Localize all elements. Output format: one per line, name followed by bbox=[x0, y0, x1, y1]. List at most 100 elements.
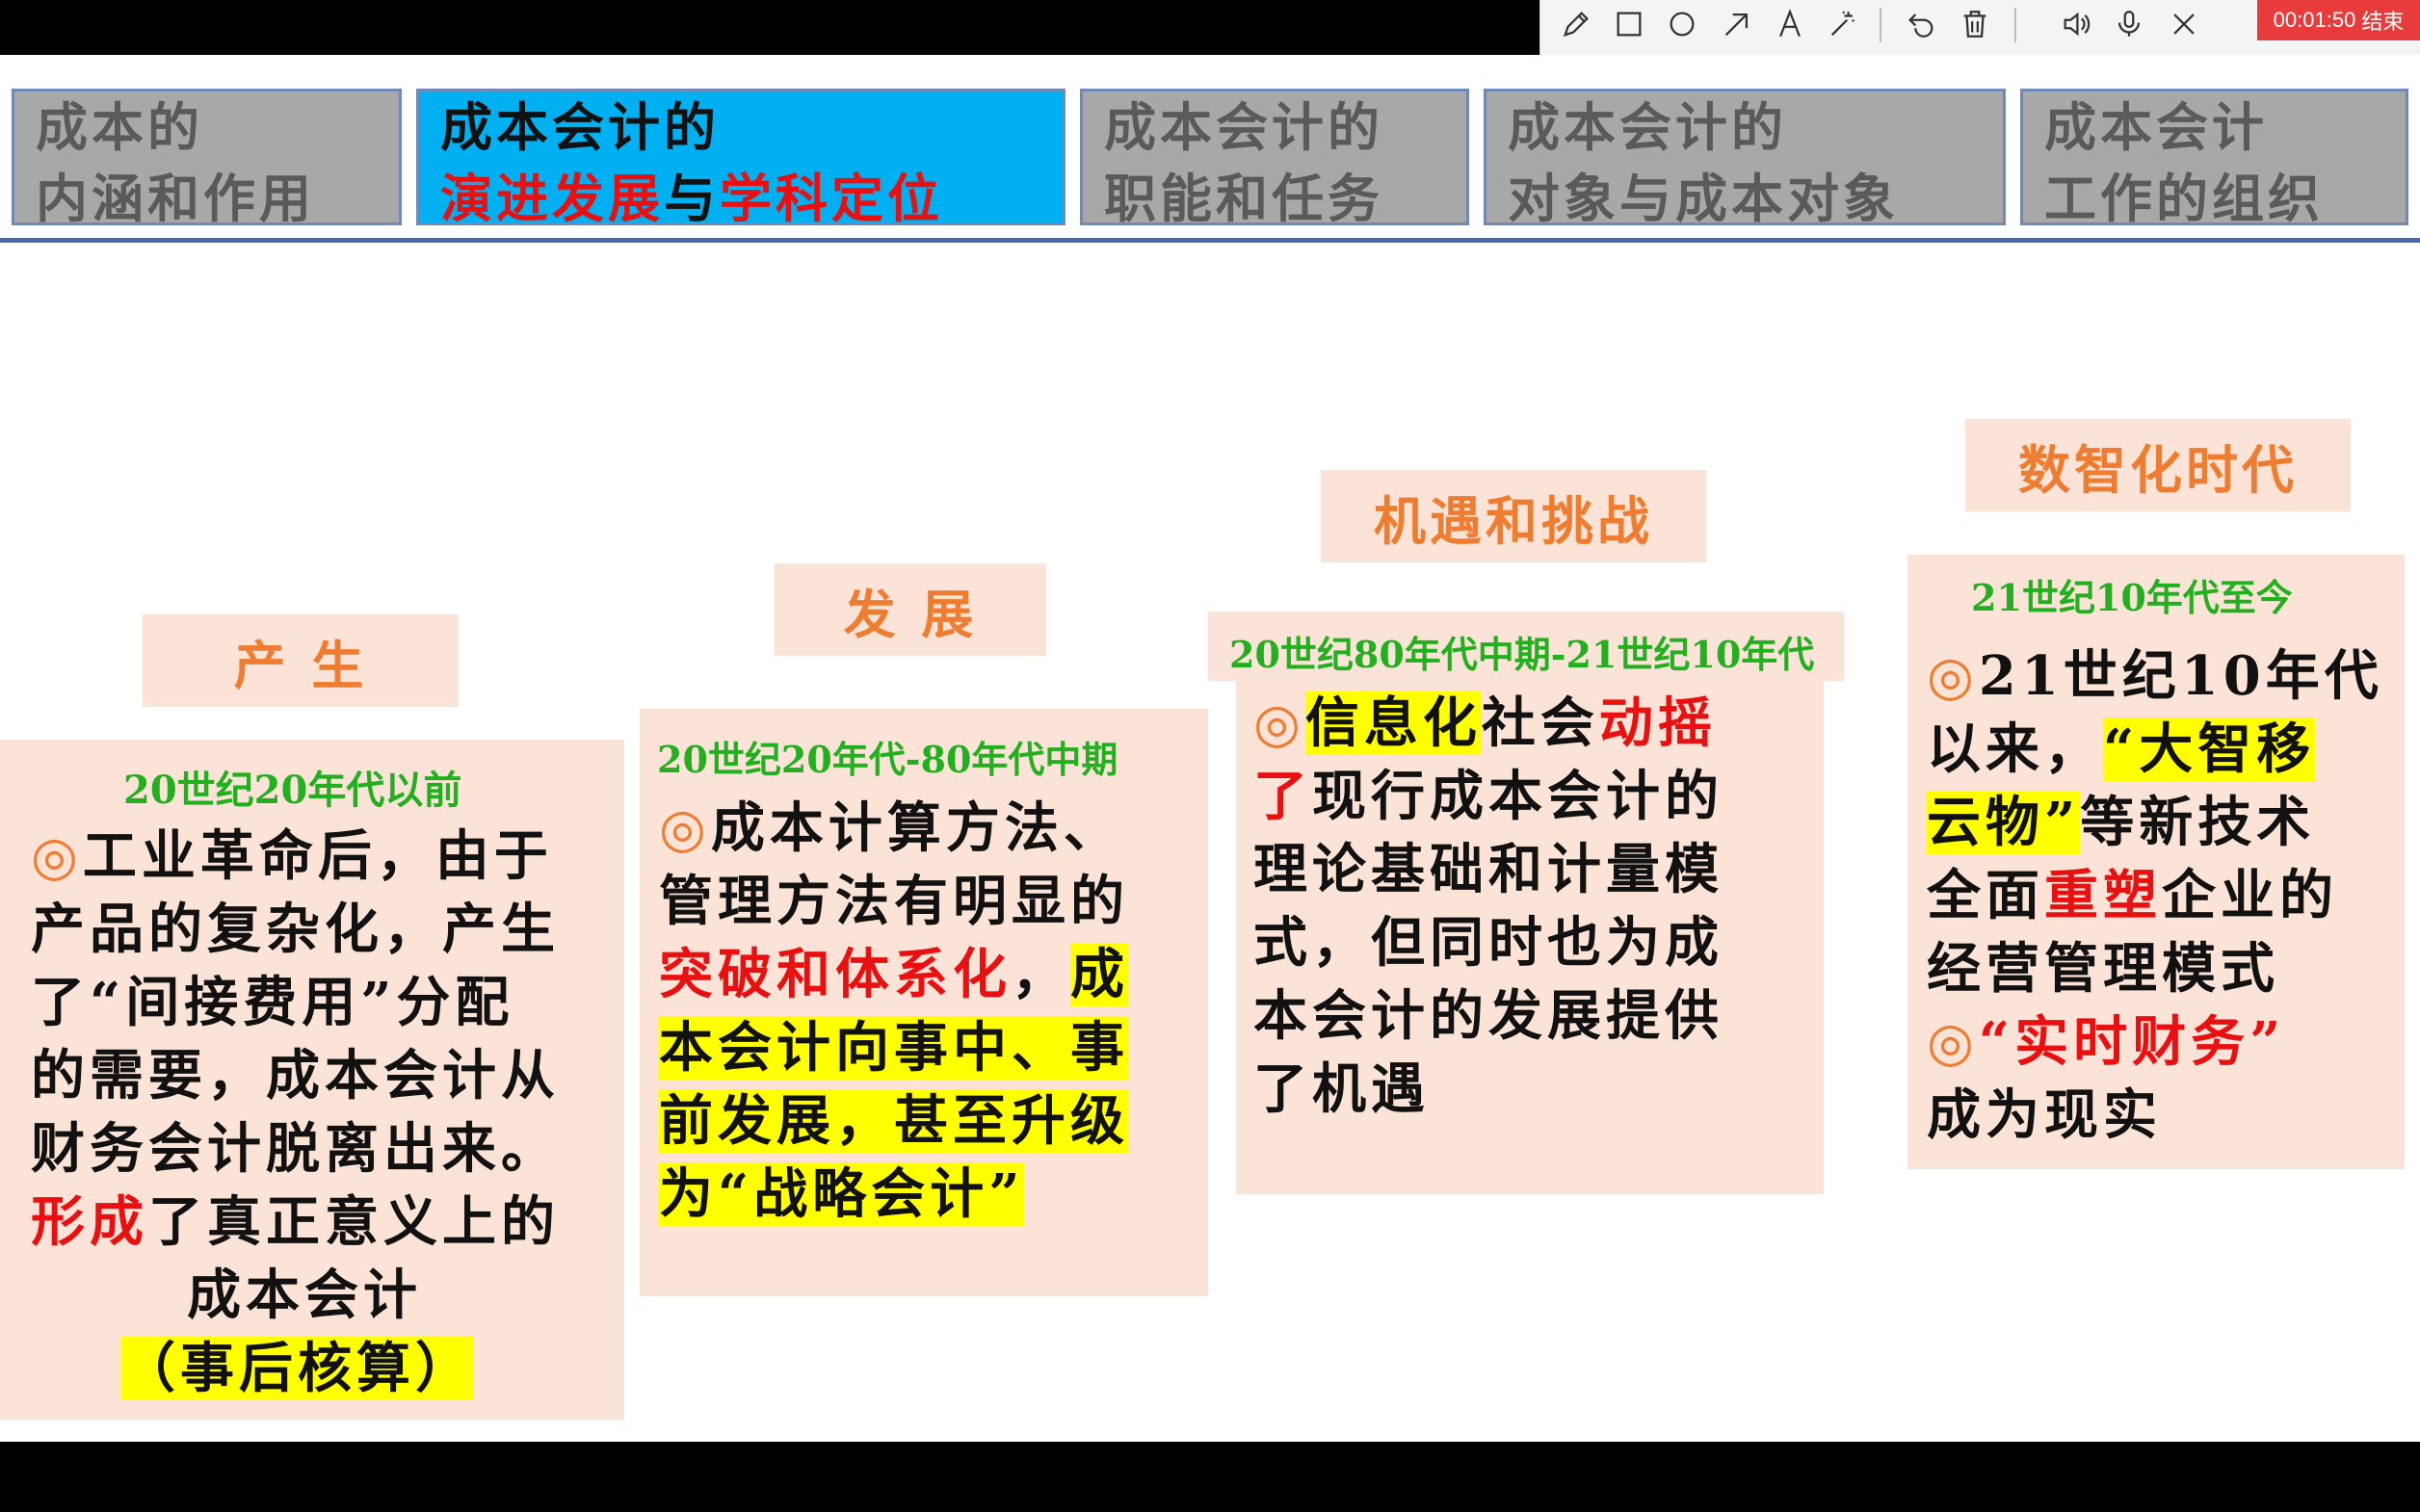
text-segment-red: “实时财务” bbox=[1978, 1010, 2286, 1074]
tab-evolution[interactable]: 成本会计的 演进发展与学科定位 bbox=[416, 89, 1065, 229]
toolbar-divider bbox=[2014, 8, 2016, 42]
text-segment-red: 了 bbox=[1253, 765, 1312, 828]
arrow-icon[interactable] bbox=[1715, 2, 1759, 46]
tab-line: 成本会计的 bbox=[1104, 96, 1383, 158]
tab-line: 内涵和作用 bbox=[36, 168, 315, 229]
bullet-icon: ◎ bbox=[1927, 644, 1979, 708]
text-line: 了“间接费用”分配 bbox=[31, 971, 514, 1034]
text-segment: 以来， bbox=[1927, 717, 2103, 781]
tab-text: 与 bbox=[664, 168, 720, 229]
text-line: 本会计向事中、事 bbox=[659, 1011, 1129, 1084]
stage-heading: 发 展 bbox=[775, 563, 1046, 656]
text-segment: 企业的 bbox=[2162, 864, 2338, 927]
text-segment: 了真正意义上的 bbox=[148, 1190, 560, 1254]
text-line: ◎信息化社会动摇 bbox=[1253, 687, 1717, 760]
undo-icon[interactable] bbox=[1899, 2, 1943, 46]
tab-functions[interactable]: 成本会计的 职能和任务 bbox=[1080, 89, 1469, 229]
text-segment: ， bbox=[1012, 943, 1070, 1006]
slide: 成本的 内涵和作用 成本会计的 演进发展与学科定位 成本会计的 职能和任务 成本… bbox=[0, 55, 2420, 1442]
text-line: （事后核算） bbox=[121, 1333, 474, 1404]
bullet-icon: ◎ bbox=[31, 824, 83, 888]
close-icon[interactable] bbox=[2162, 2, 2206, 46]
text-segment: 现行成本会计的 bbox=[1312, 765, 1723, 828]
stage-period: 20世纪20年代-80年代中期 bbox=[657, 738, 1118, 781]
text-line: 前发展，甚至升级 bbox=[659, 1084, 1129, 1158]
stage-heading: 数智化时代 bbox=[1965, 419, 2351, 511]
text-line: 了现行成本会计的 bbox=[1253, 760, 1723, 833]
text-line: 成本会计 bbox=[187, 1264, 422, 1327]
text-segment-highlight: “大智移 bbox=[2103, 717, 2316, 781]
text-segment-highlight: 为“战略会计” bbox=[659, 1162, 1025, 1226]
stage-panel: 20世纪20年代-80年代中期 ◎成本计算方法、 管理方法有明显的 突破和体系化… bbox=[640, 709, 1208, 1296]
tab-line: 对象与成本对象 bbox=[1508, 168, 1899, 229]
stage-panel: 21世纪10年代至今 ◎21世纪10年代 以来，“大智移 云物”等新技术 全面重… bbox=[1907, 555, 2405, 1169]
text-line: 本会计的发展提供 bbox=[1253, 984, 1723, 1048]
pencil-icon[interactable] bbox=[1554, 2, 1598, 46]
text-line: 了机遇 bbox=[1253, 1057, 1430, 1121]
stage-heading: 机遇和挑战 bbox=[1321, 470, 1706, 562]
tab-line: 成本的 bbox=[36, 96, 203, 158]
text-segment: 社会 bbox=[1481, 691, 1599, 755]
tab-objects[interactable]: 成本会计的 对象与成本对象 bbox=[1484, 89, 2006, 229]
text-icon[interactable] bbox=[1768, 2, 1812, 46]
text-line: 式，但同时也为成 bbox=[1253, 911, 1723, 975]
tab-line: 成本会计 bbox=[2044, 96, 2268, 158]
tab-line: 演进发展与学科定位 bbox=[440, 163, 1063, 234]
stage-period: 20世纪20年代以前 bbox=[123, 768, 462, 813]
text-line: 成为现实 bbox=[1927, 1083, 2162, 1147]
text-segment-highlight: 前发展，甚至升级 bbox=[659, 1089, 1129, 1153]
text-line: 突破和体系化，成 bbox=[659, 938, 1129, 1011]
text-segment: 工业革命后，由于 bbox=[82, 824, 553, 888]
tab-organization[interactable]: 成本会计 工作的组织 bbox=[2020, 89, 2408, 229]
stage-period: 20世纪80年代中期-21世纪10年代 bbox=[1229, 633, 1815, 676]
tab-line: 职能和任务 bbox=[1104, 168, 1383, 229]
recording-timer[interactable]: 00:01:50 结束 bbox=[2257, 0, 2420, 40]
text-segment-red: 重塑 bbox=[2044, 864, 2162, 927]
text-line: 以来，“大智移 bbox=[1927, 713, 2316, 786]
timer-value: 00:01:50 bbox=[2273, 8, 2356, 32]
text-line: 管理方法有明显的 bbox=[659, 870, 1129, 933]
tab-text-red: 演进发展 bbox=[440, 168, 664, 229]
stage-panel: 20世纪20年代以前 ◎工业革命后，由于 产品的复杂化，产生 了“间接费用”分配… bbox=[0, 740, 630, 1420]
end-recording-label[interactable]: 结束 bbox=[2361, 5, 2404, 36]
text-segment-highlight: （事后核算） bbox=[121, 1337, 474, 1400]
text-segment-red: 形成 bbox=[31, 1190, 148, 1254]
text-segment: 全面 bbox=[1927, 864, 2044, 927]
text-line: 理论基础和计量模 bbox=[1253, 838, 1723, 901]
text-line: 形成了真正意义上的 bbox=[31, 1186, 560, 1258]
circle-icon[interactable] bbox=[1660, 2, 1704, 46]
speaker-icon[interactable] bbox=[2054, 2, 2098, 46]
bottom-black-bar bbox=[0, 1442, 2420, 1512]
bullet-icon: ◎ bbox=[1927, 1010, 1979, 1074]
toolbar-divider bbox=[1880, 8, 1881, 42]
text-segment-highlight: 成 bbox=[1070, 943, 1129, 1006]
text-line: ◎“实时财务” bbox=[1927, 1005, 2285, 1079]
stage-heading: 产 生 bbox=[143, 614, 459, 707]
tab-connotation[interactable]: 成本的 内涵和作用 bbox=[12, 89, 402, 229]
trash-icon[interactable] bbox=[1953, 2, 1997, 46]
text-line: 财务会计脱离出来。 bbox=[31, 1117, 560, 1181]
panel-notch bbox=[624, 740, 630, 807]
text-segment-red: 动摇 bbox=[1598, 691, 1717, 755]
text-segment-highlight: 本会计向事中、事 bbox=[659, 1016, 1129, 1080]
tab-text-red: 学科定位 bbox=[720, 168, 943, 229]
text-line: ◎21世纪10年代 bbox=[1927, 639, 2383, 713]
tab-divider-rule bbox=[0, 238, 2420, 243]
text-line: 的需要，成本会计从 bbox=[31, 1044, 560, 1108]
rectangle-icon[interactable] bbox=[1607, 2, 1651, 46]
text-line: 产品的复杂化，产生 bbox=[31, 898, 560, 961]
text-line: ◎工业革命后，由于 bbox=[31, 821, 553, 892]
stage-period-banner: 20世纪80年代中期-21世纪10年代 bbox=[1208, 612, 1844, 681]
text-line: ◎成本计算方法、 bbox=[659, 792, 1122, 865]
microphone-icon[interactable] bbox=[2107, 2, 2151, 46]
text-line: 经营管理模式 bbox=[1927, 937, 2279, 1001]
text-segment: 21世纪10年代 bbox=[1978, 644, 2383, 708]
tab-line: 成本会计的 bbox=[1508, 96, 1787, 158]
text-segment-highlight: 云物” bbox=[1927, 791, 2081, 854]
tab-line: 成本会计的 bbox=[440, 96, 720, 158]
tab-line: 工作的组织 bbox=[2044, 168, 2324, 229]
text-segment: 成本计算方法、 bbox=[710, 796, 1122, 860]
text-line: 云物”等新技术 bbox=[1927, 786, 2315, 859]
magic-wand-icon[interactable] bbox=[1821, 2, 1865, 46]
stage-period: 21世纪10年代至今 bbox=[1971, 576, 2293, 619]
